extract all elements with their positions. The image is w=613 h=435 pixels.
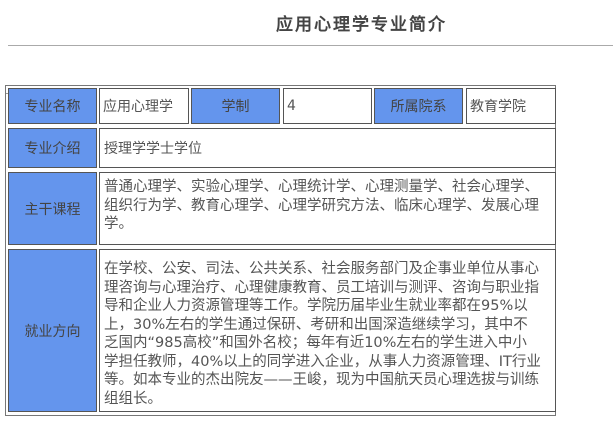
major-name-value: 应用心理学 xyxy=(99,88,189,124)
intro-label: 专业介绍 xyxy=(8,128,97,168)
department-label: 所属院系 xyxy=(374,88,463,124)
career-label: 就业方向 xyxy=(8,249,97,412)
duration-value: 4 xyxy=(283,88,372,124)
duration-label: 学制 xyxy=(191,88,280,124)
career-value: 在学校、公安、司法、公共关系、社会服务部门及企事业单位从事心理咨询与心理治疗、心… xyxy=(99,249,556,412)
courses-label: 主干课程 xyxy=(8,172,97,245)
major-name-label: 专业名称 xyxy=(8,88,97,124)
intro-value: 授理学学士学位 xyxy=(99,128,556,168)
courses-value: 普通心理学、实验心理学、心理统计学、心理测量学、社会心理学、组织行为学、教育心理… xyxy=(99,172,556,245)
department-value: 教育学院 xyxy=(466,88,556,124)
divider xyxy=(8,45,613,46)
page-title: 应用心理学专业简介 xyxy=(276,15,447,35)
